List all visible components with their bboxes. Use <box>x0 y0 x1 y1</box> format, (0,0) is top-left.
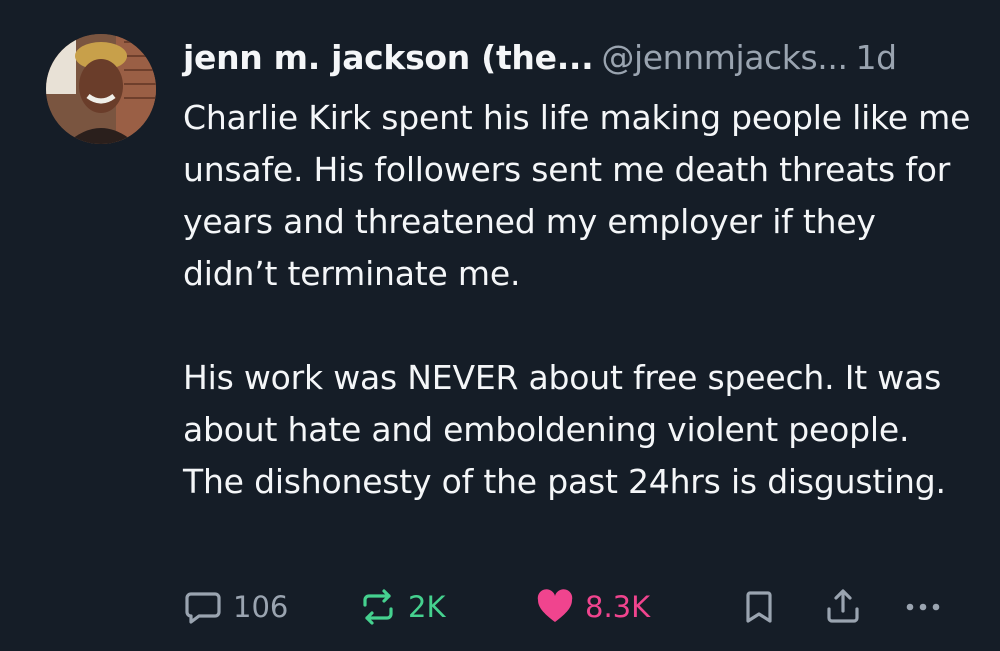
reply-count: 106 <box>233 590 289 624</box>
post-paragraph-1: Charlie Kirk spent his life making peopl… <box>183 98 971 293</box>
avatar-image <box>46 34 156 144</box>
like-button[interactable]: 8.3K <box>535 583 650 631</box>
speech-bubble-icon <box>183 587 223 627</box>
author-handle[interactable]: @jennmjacks... <box>601 38 848 77</box>
more-options-button[interactable] <box>903 583 943 631</box>
repost-count: 2K <box>408 590 446 624</box>
bookmark-icon <box>739 587 779 627</box>
reply-button[interactable]: 106 <box>183 583 288 631</box>
post-header: jenn m. jackson (the... @jennmjacks... 1d <box>183 36 897 80</box>
repost-arrows-icon <box>358 587 398 627</box>
avatar[interactable] <box>46 34 156 144</box>
bookmark-button[interactable] <box>739 583 779 631</box>
repost-button[interactable]: 2K <box>358 583 445 631</box>
more-dots-icon <box>903 587 943 627</box>
share-icon <box>823 587 863 627</box>
post-card[interactable]: jenn m. jackson (the... @jennmjacks... 1d … <box>0 0 1000 651</box>
like-count: 8.3K <box>585 590 651 624</box>
post-timestamp[interactable]: 1d <box>856 38 898 77</box>
post-text: Charlie Kirk spent his life making peopl… <box>183 92 973 508</box>
post-actions: 106 2K 8.3K <box>183 583 963 631</box>
share-button[interactable] <box>823 583 863 631</box>
author-name[interactable]: jenn m. jackson (the... <box>183 38 594 77</box>
post-paragraph-2: His work was NEVER about free speech. It… <box>183 358 946 501</box>
heart-icon <box>535 587 575 627</box>
